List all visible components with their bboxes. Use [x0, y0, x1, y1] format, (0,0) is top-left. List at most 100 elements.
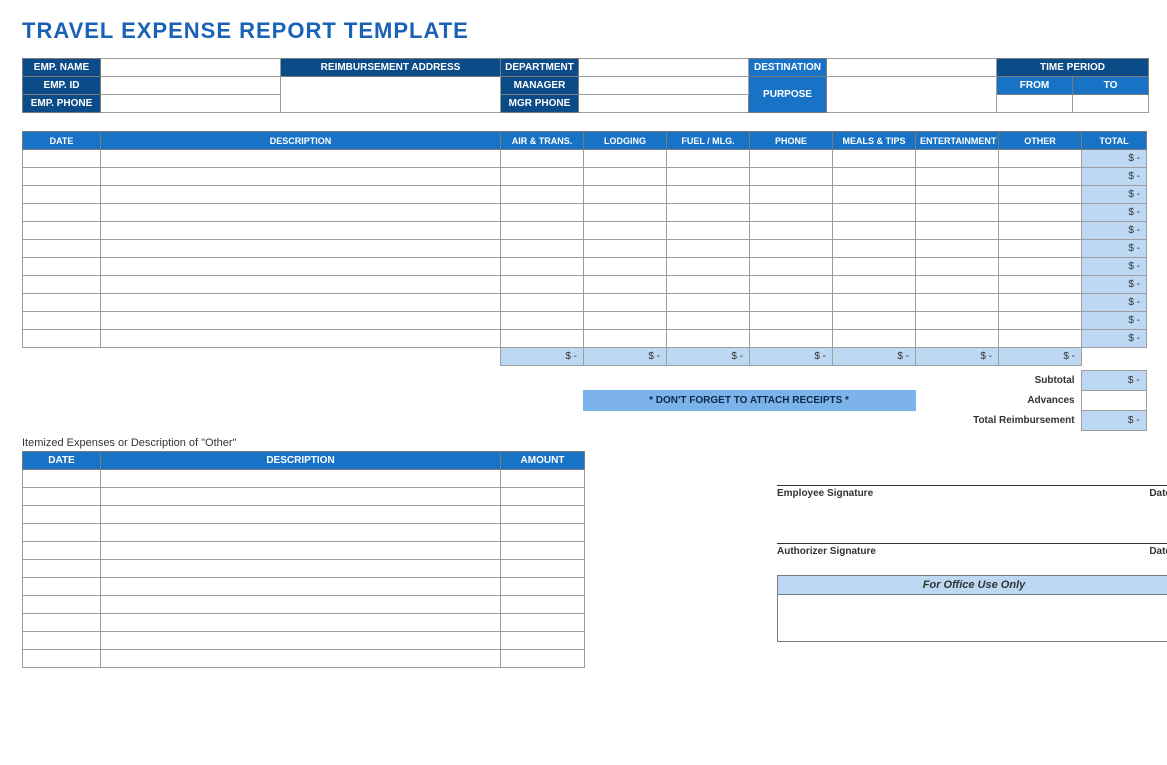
expense-cell[interactable]: [999, 204, 1082, 222]
expense-cell[interactable]: [833, 276, 916, 294]
itemized-cell[interactable]: [501, 542, 585, 560]
expense-cell[interactable]: [916, 186, 999, 204]
expense-cell[interactable]: [584, 330, 667, 348]
itemized-cell[interactable]: [501, 470, 585, 488]
itemized-cell[interactable]: [501, 506, 585, 524]
expense-cell[interactable]: [667, 204, 750, 222]
expense-cell[interactable]: [750, 150, 833, 168]
expense-cell[interactable]: [916, 168, 999, 186]
expense-cell[interactable]: [833, 150, 916, 168]
itemized-cell[interactable]: [101, 650, 501, 668]
expense-cell[interactable]: [101, 150, 501, 168]
itemized-cell[interactable]: [101, 524, 501, 542]
expense-cell[interactable]: [750, 204, 833, 222]
expense-cell[interactable]: [584, 312, 667, 330]
expense-cell[interactable]: [999, 222, 1082, 240]
expense-cell[interactable]: [23, 150, 101, 168]
itemized-cell[interactable]: [23, 470, 101, 488]
itemized-cell[interactable]: [23, 596, 101, 614]
expense-cell[interactable]: [501, 204, 584, 222]
expense-cell[interactable]: [750, 240, 833, 258]
expense-cell[interactable]: [833, 168, 916, 186]
expense-cell[interactable]: [833, 186, 916, 204]
expense-cell[interactable]: [667, 294, 750, 312]
expense-cell[interactable]: [501, 186, 584, 204]
expense-cell[interactable]: [23, 222, 101, 240]
expense-cell[interactable]: [999, 150, 1082, 168]
employee-signature-line[interactable]: Employee Signature Date: [777, 485, 1167, 499]
expense-cell[interactable]: [750, 258, 833, 276]
itemized-cell[interactable]: [101, 632, 501, 650]
expense-cell[interactable]: [667, 186, 750, 204]
expense-cell[interactable]: [23, 258, 101, 276]
itemized-cell[interactable]: [101, 578, 501, 596]
itemized-cell[interactable]: [23, 542, 101, 560]
itemized-cell[interactable]: [501, 578, 585, 596]
expense-cell[interactable]: [833, 222, 916, 240]
itemized-cell[interactable]: [23, 506, 101, 524]
expense-cell[interactable]: [750, 186, 833, 204]
expense-cell[interactable]: [23, 240, 101, 258]
expense-cell[interactable]: [750, 330, 833, 348]
expense-cell[interactable]: [501, 168, 584, 186]
expense-cell[interactable]: [667, 330, 750, 348]
purpose-field[interactable]: [827, 77, 997, 113]
expense-cell[interactable]: [501, 240, 584, 258]
expense-cell[interactable]: [916, 258, 999, 276]
expense-cell[interactable]: [667, 258, 750, 276]
manager-field[interactable]: [579, 77, 749, 95]
expense-cell[interactable]: [750, 276, 833, 294]
expense-cell[interactable]: [667, 150, 750, 168]
expense-cell[interactable]: [501, 312, 584, 330]
itemized-cell[interactable]: [23, 650, 101, 668]
expense-cell[interactable]: [501, 258, 584, 276]
expense-cell[interactable]: [584, 150, 667, 168]
expense-cell[interactable]: [916, 330, 999, 348]
expense-cell[interactable]: [833, 258, 916, 276]
expense-cell[interactable]: [999, 240, 1082, 258]
expense-cell[interactable]: [501, 294, 584, 312]
expense-cell[interactable]: [999, 312, 1082, 330]
department-field[interactable]: [579, 59, 749, 77]
expense-cell[interactable]: [501, 330, 584, 348]
expense-cell[interactable]: [23, 204, 101, 222]
expense-cell[interactable]: [584, 186, 667, 204]
expense-cell[interactable]: [101, 294, 501, 312]
itemized-cell[interactable]: [501, 596, 585, 614]
expense-cell[interactable]: [916, 204, 999, 222]
mgr-phone-field[interactable]: [579, 95, 749, 113]
reimb-addr-field[interactable]: [281, 77, 501, 113]
expense-cell[interactable]: [584, 258, 667, 276]
itemized-cell[interactable]: [23, 578, 101, 596]
itemized-cell[interactable]: [101, 506, 501, 524]
expense-cell[interactable]: [999, 168, 1082, 186]
expense-cell[interactable]: [101, 168, 501, 186]
expense-cell[interactable]: [750, 312, 833, 330]
authorizer-signature-line[interactable]: Authorizer Signature Date: [777, 543, 1167, 557]
expense-cell[interactable]: [833, 204, 916, 222]
itemized-cell[interactable]: [101, 596, 501, 614]
expense-cell[interactable]: [101, 186, 501, 204]
expense-cell[interactable]: [23, 186, 101, 204]
expense-cell[interactable]: [999, 276, 1082, 294]
itemized-cell[interactable]: [101, 614, 501, 632]
itemized-cell[interactable]: [501, 650, 585, 668]
expense-cell[interactable]: [667, 276, 750, 294]
expense-cell[interactable]: [916, 294, 999, 312]
office-use-body[interactable]: [778, 595, 1167, 641]
expense-cell[interactable]: [999, 258, 1082, 276]
expense-cell[interactable]: [833, 330, 916, 348]
expense-cell[interactable]: [667, 312, 750, 330]
expense-cell[interactable]: [101, 312, 501, 330]
expense-cell[interactable]: [999, 294, 1082, 312]
expense-cell[interactable]: [667, 240, 750, 258]
expense-cell[interactable]: [501, 276, 584, 294]
expense-cell[interactable]: [916, 240, 999, 258]
expense-cell[interactable]: [23, 330, 101, 348]
itemized-cell[interactable]: [23, 488, 101, 506]
expense-cell[interactable]: [101, 240, 501, 258]
expense-cell[interactable]: [101, 204, 501, 222]
expense-cell[interactable]: [833, 294, 916, 312]
expense-cell[interactable]: [584, 294, 667, 312]
expense-cell[interactable]: [584, 204, 667, 222]
